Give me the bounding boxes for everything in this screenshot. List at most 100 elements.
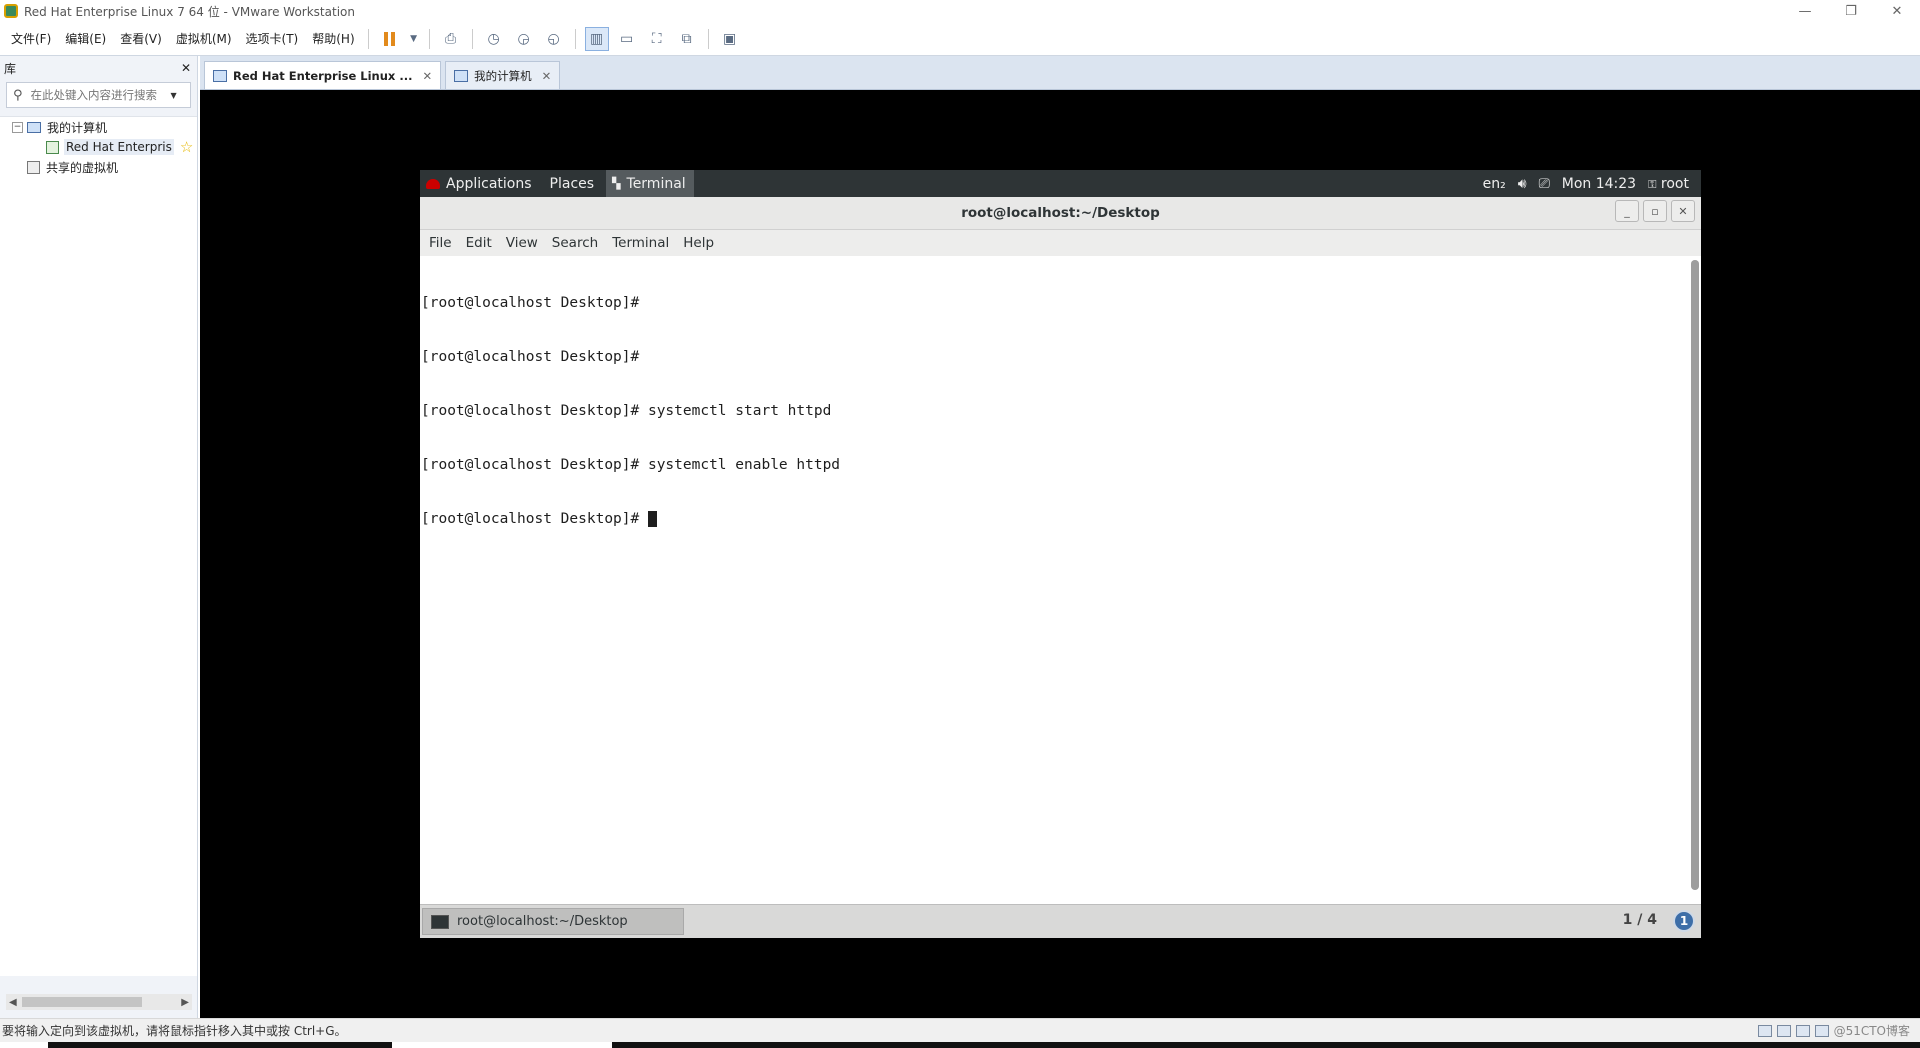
terminal-output[interactable]: [root@localhost Desktop]# [root@localhos… — [420, 256, 1701, 896]
library-hscrollbar[interactable]: ◀ ▶ — [6, 994, 192, 1010]
terminal-line: [root@localhost Desktop]# systemctl enab… — [421, 457, 841, 473]
network-icon[interactable]: ⎚ — [1539, 176, 1550, 192]
terminal-minimize-button[interactable]: _ — [1615, 200, 1639, 222]
terminal-prompt-line[interactable]: [root@localhost Desktop]# — [421, 510, 1700, 528]
terminal-window-title: root@localhost:~/Desktop — [961, 205, 1160, 221]
hdd-icon[interactable] — [1757, 1024, 1772, 1037]
tree-label-my-computer: 我的计算机 — [47, 120, 108, 135]
minimize-button[interactable]: — — [1782, 0, 1828, 22]
menu-view[interactable]: 查看(V) — [113, 30, 169, 47]
terminal-menu-search[interactable]: Search — [545, 235, 605, 251]
tab-rhel-vm[interactable]: Red Hat Enterprise Linux ... ✕ — [204, 61, 442, 89]
library-title: 库 — [4, 61, 17, 76]
usb-icon[interactable] — [1814, 1024, 1829, 1037]
keyboard-layout[interactable]: en₂ — [1483, 176, 1506, 192]
tab-close-icon[interactable]: ✕ — [422, 69, 432, 83]
toolbar-separator — [428, 28, 430, 49]
fullscreen-icon[interactable]: ⛶ — [645, 27, 669, 51]
computer-tab-icon — [454, 69, 469, 82]
window-title: Red Hat Enterprise Linux 7 64 位 - VMware… — [24, 4, 355, 19]
terminal-line: [root@localhost Desktop]# — [421, 295, 640, 311]
tab-label: Red Hat Enterprise Linux ... — [233, 68, 413, 83]
tree-item-vm[interactable]: Red Hat Enterpris ☆ — [0, 137, 197, 157]
terminal-close-button[interactable]: ✕ — [1671, 200, 1695, 222]
terminal-prompt: [root@localhost Desktop]# — [421, 511, 648, 527]
menu-file[interactable]: 文件(F) — [4, 30, 58, 47]
tree-label-shared: 共享的虚拟机 — [46, 160, 119, 175]
search-icon: ⚲ — [13, 87, 23, 103]
terminal-menu-help[interactable]: Help — [676, 235, 721, 251]
vm-running-icon — [46, 140, 59, 154]
text-cursor — [647, 511, 657, 527]
tab-label: 我的计算机 — [474, 68, 532, 83]
tree-item-shared[interactable]: 共享的虚拟机 — [0, 157, 197, 177]
menu-edit[interactable]: 编辑(E) — [58, 30, 113, 47]
terminal-line: [root@localhost Desktop]# — [421, 349, 640, 365]
menu-vm[interactable]: 虚拟机(M) — [169, 30, 239, 47]
window-titlebar: Red Hat Enterprise Linux 7 64 位 - VMware… — [0, 0, 1920, 22]
unity-icon[interactable]: ⧉ — [675, 27, 699, 51]
scroll-left-icon[interactable]: ◀ — [9, 997, 17, 1008]
places-menu[interactable]: Places — [550, 176, 595, 192]
tab-strip: Red Hat Enterprise Linux ... ✕ 我的计算机 ✕ — [200, 56, 1920, 90]
tab-close-icon[interactable]: ✕ — [542, 69, 552, 83]
active-app-label: Terminal — [626, 175, 686, 192]
library-close-icon[interactable]: ✕ — [181, 61, 191, 75]
console-view-icon[interactable]: ▣ — [718, 27, 742, 51]
snapshot-manager-icon[interactable]: ◵ — [542, 27, 566, 51]
terminal-menu-file[interactable]: File — [422, 235, 459, 251]
power-dropdown-arrow[interactable]: ▼ — [408, 27, 420, 51]
gnome-bottom-panel: root@localhost:~/Desktop 1 / 4 1 — [420, 904, 1701, 938]
toolbar-separator — [471, 28, 473, 49]
menu-help[interactable]: 帮助(H) — [305, 30, 361, 47]
terminal-maximize-button[interactable]: ▫ — [1643, 200, 1667, 222]
collapse-icon[interactable]: − — [12, 121, 23, 133]
network-adapter-icon[interactable] — [1795, 1024, 1810, 1037]
vm-tab-icon — [213, 69, 227, 82]
terminal-menu-terminal[interactable]: Terminal — [605, 235, 676, 251]
notification-badge[interactable]: 1 — [1673, 910, 1695, 932]
terminal-scrollbar[interactable] — [1691, 260, 1699, 890]
terminal-menubar: File Edit View Search Terminal Help — [420, 230, 1701, 256]
library-panel: 库 ✕ ⚲ ▼ − 我的计算机 Red Hat Enterpris ☆ 共享的虚… — [0, 56, 198, 1018]
cdrom-icon[interactable] — [1776, 1024, 1791, 1037]
tree-label-vm: Red Hat Enterpris — [64, 139, 174, 155]
user-name: root — [1660, 175, 1689, 192]
taskbar-terminal-button[interactable]: root@localhost:~/Desktop — [422, 908, 684, 935]
scroll-right-icon[interactable]: ▶ — [181, 997, 189, 1008]
computer-icon — [27, 121, 41, 133]
show-library-icon[interactable]: ▥ — [584, 26, 609, 51]
library-search-input[interactable] — [30, 88, 171, 102]
vm-console[interactable]: Applications Places ▚ Terminal en₂ 🔊︎ ⎚ … — [200, 90, 1920, 1018]
search-dropdown-icon[interactable]: ▼ — [171, 91, 177, 100]
close-button[interactable]: ✕ — [1874, 0, 1920, 22]
library-search[interactable]: ⚲ ▼ — [6, 82, 191, 108]
terminal-scroll-thumb[interactable] — [1691, 260, 1699, 890]
terminal-menu-edit[interactable]: Edit — [459, 235, 499, 251]
menu-tabs[interactable]: 选项卡(T) — [239, 30, 306, 47]
terminal-menu-view[interactable]: View — [499, 235, 545, 251]
thumbnail-bar-icon[interactable]: ▭ — [615, 27, 639, 51]
terminal-line: [root@localhost Desktop]# systemctl star… — [421, 403, 832, 419]
tab-my-computer[interactable]: 我的计算机 ✕ — [445, 61, 561, 89]
snapshot-take-icon[interactable]: ◷ — [482, 27, 506, 51]
snapshot-revert-icon[interactable]: ◶ — [512, 27, 536, 51]
applications-menu[interactable]: Applications — [446, 176, 532, 192]
terminal-task-icon — [431, 914, 449, 929]
restore-button[interactable]: ❐ — [1828, 0, 1874, 22]
host-taskbar-edge — [0, 1042, 1920, 1048]
scroll-thumb[interactable] — [22, 997, 142, 1007]
favorite-star-icon[interactable]: ☆ — [180, 138, 193, 156]
guest-screen[interactable]: Applications Places ▚ Terminal en₂ 🔊︎ ⎚ … — [420, 170, 1701, 938]
volume-icon[interactable]: 🔊︎ — [1518, 176, 1527, 192]
workspace-indicator[interactable]: 1 / 4 — [1623, 912, 1657, 928]
user-menu[interactable]: ⚿ root — [1648, 176, 1689, 192]
send-ctrl-alt-del-icon[interactable]: ⎙ — [439, 27, 463, 51]
tree-item-my-computer[interactable]: − 我的计算机 — [0, 117, 197, 137]
active-app-menu[interactable]: ▚ Terminal — [606, 170, 694, 197]
clock[interactable]: Mon 14:23 — [1562, 176, 1636, 192]
user-icon: ⚿ — [1648, 177, 1657, 191]
vmware-app-icon — [4, 4, 18, 18]
pause-icon — [384, 31, 396, 46]
pause-button[interactable] — [378, 27, 402, 51]
